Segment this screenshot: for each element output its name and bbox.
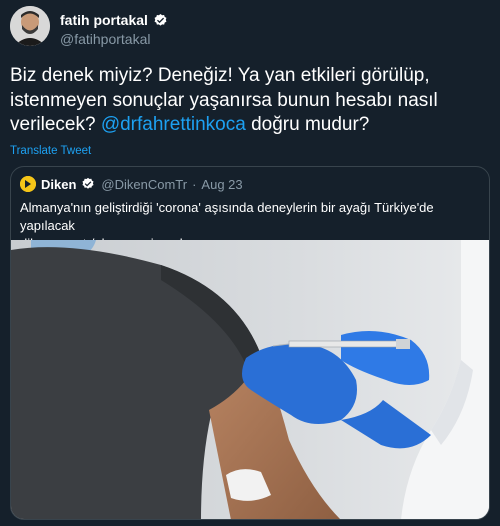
verified-badge-icon bbox=[153, 13, 168, 28]
quote-verified-badge-icon bbox=[81, 177, 96, 192]
quote-date: Aug 23 bbox=[201, 176, 243, 192]
author-handle[interactable]: @fatihportakal bbox=[60, 31, 150, 47]
quote-separator: · bbox=[192, 176, 197, 192]
quote-header: Diken @DikenComTr · Aug 23 bbox=[20, 176, 243, 192]
diken-logo-icon bbox=[20, 176, 36, 192]
mention-link[interactable]: @drfahrettinkoca bbox=[101, 114, 246, 135]
author-avatar[interactable] bbox=[10, 6, 50, 46]
quote-text-line1: Almanya'nın geliştirdiği 'corona' aşısın… bbox=[20, 200, 434, 233]
tweet: fatih portakal @fatihportakal Biz denek … bbox=[0, 0, 500, 526]
quote-author-name: Diken bbox=[41, 176, 77, 192]
tweet-text: Biz denek miyiz? Deneğiz! Ya yan etkiler… bbox=[10, 64, 490, 138]
author-name[interactable]: fatih portakal bbox=[60, 12, 148, 28]
quote-image[interactable] bbox=[11, 240, 489, 519]
quote-tweet-card[interactable]: Diken @DikenComTr · Aug 23 Almanya'nın g… bbox=[10, 166, 490, 520]
quote-author-handle: @DikenComTr bbox=[101, 176, 188, 192]
tweet-text-part2: doğru mudur? bbox=[245, 114, 370, 135]
translate-tweet-link[interactable]: Translate Tweet bbox=[10, 145, 91, 157]
author-name-row: fatih portakal bbox=[60, 12, 168, 28]
